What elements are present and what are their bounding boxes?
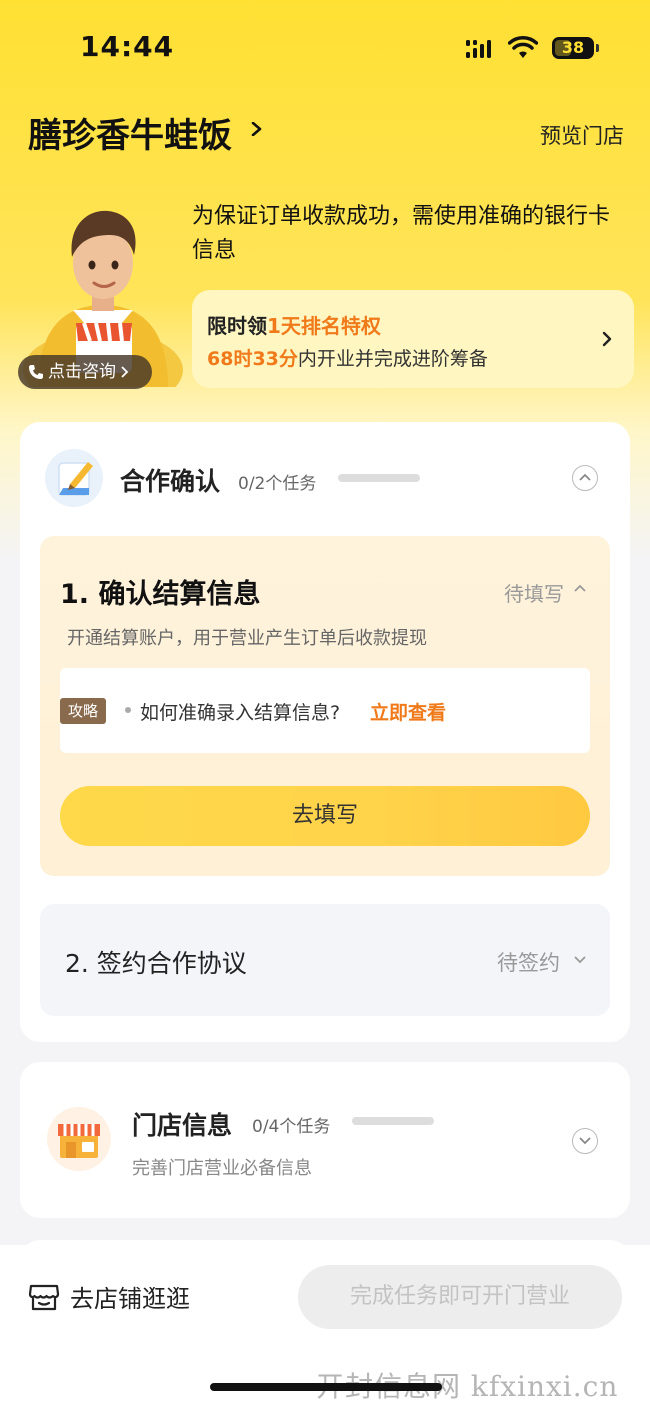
store-name[interactable]: 膳珍香牛蛙饭	[28, 108, 232, 157]
status-time: 14:44	[80, 30, 175, 63]
visit-shop-label: 去店铺逛逛	[70, 1285, 190, 1313]
collapse-button[interactable]	[572, 465, 598, 491]
chevron-up-icon	[579, 473, 591, 481]
task-status[interactable]: 待填写	[504, 578, 564, 607]
guide-tag: 攻略	[60, 698, 106, 724]
phone-icon	[29, 365, 43, 379]
guide-question: 如何准确录入结算信息?	[140, 702, 341, 724]
promo-suffix: 内开业并完成进阶筹备	[297, 348, 488, 370]
complete-tasks-button[interactable]: 完成任务即可开门营业	[298, 1265, 622, 1329]
section-title: 门店信息	[132, 1111, 233, 1140]
cooperation-section: 合作确认 0/2个任务 1. 确认结算信息 待填写 开通结算账户，用于营业产生订…	[20, 422, 630, 1042]
home-indicator[interactable]	[210, 1383, 442, 1391]
cellular-signal-icon	[466, 40, 491, 58]
battery-icon: 38	[552, 37, 599, 59]
consult-label: 点击咨询	[48, 362, 116, 382]
bank-card-notice: 为保证订单收款成功，需使用准确的银行卡信息	[192, 204, 611, 263]
task-count: 0/2个任务	[238, 474, 317, 494]
contract-pen-icon	[45, 449, 103, 507]
view-now-link[interactable]: 立即查看	[370, 698, 446, 725]
chevron-right-icon[interactable]	[250, 122, 264, 136]
status-bar: 14:44 38	[0, 0, 650, 95]
promo-subtitle: 68时33分内开业并完成进阶筹备	[207, 344, 488, 371]
go-fill-button[interactable]: 去填写	[60, 786, 590, 846]
promo-title: 限时领1天排名特权	[207, 310, 381, 339]
section-title: 合作确认	[120, 467, 221, 496]
chevron-up-icon[interactable]	[574, 584, 586, 592]
task-count: 0/4个任务	[252, 1117, 331, 1137]
wifi-icon	[508, 36, 538, 58]
task-title: 2. 签约合作协议	[65, 949, 247, 978]
consult-button[interactable]: 点击咨询	[18, 355, 152, 389]
progress-bar	[352, 1117, 434, 1125]
store-info-section[interactable]: 门店信息 0/4个任务 完善门店营业必备信息	[20, 1062, 630, 1218]
visit-shop-button[interactable]: 去店铺逛逛	[28, 1279, 190, 1314]
task-title: 1. 确认结算信息	[60, 579, 261, 610]
chevron-down-icon	[579, 1137, 591, 1145]
section-subtitle: 完善门店营业必备信息	[132, 1158, 312, 1179]
promo-countdown: 68时33分	[207, 348, 298, 370]
bottom-bar: 去店铺逛逛 完成任务即可开门营业 开封信息网 kfxinxi.cn	[0, 1245, 650, 1405]
task-description: 开通结算账户，用于营业产生订单后收款提现	[67, 628, 427, 649]
task-status: 待签约	[497, 951, 560, 975]
storefront-icon	[47, 1107, 111, 1171]
promo-highlight: 1天排名特权	[267, 314, 381, 338]
chevron-right-icon	[602, 331, 612, 347]
shop-icon	[28, 1284, 60, 1310]
expand-button[interactable]	[572, 1128, 598, 1154]
progress-bar	[338, 474, 420, 482]
battery-level: 38	[561, 38, 585, 57]
bullet-dot	[125, 707, 131, 713]
preview-store-link[interactable]: 预览门店	[540, 120, 624, 150]
task-confirm-settlement: 1. 确认结算信息 待填写 开通结算账户，用于营业产生订单后收款提现 攻略 如何…	[40, 536, 610, 876]
chevron-down-icon	[574, 956, 586, 964]
promo-card[interactable]: 限时领1天排名特权 68时33分内开业并完成进阶筹备	[192, 290, 634, 388]
chevron-right-icon	[121, 366, 129, 378]
guide-box: 攻略 如何准确录入结算信息? 立即查看	[60, 668, 590, 753]
task-sign-agreement[interactable]: 2. 签约合作协议 待签约	[40, 904, 610, 1016]
promo-prefix: 限时领	[207, 314, 267, 338]
